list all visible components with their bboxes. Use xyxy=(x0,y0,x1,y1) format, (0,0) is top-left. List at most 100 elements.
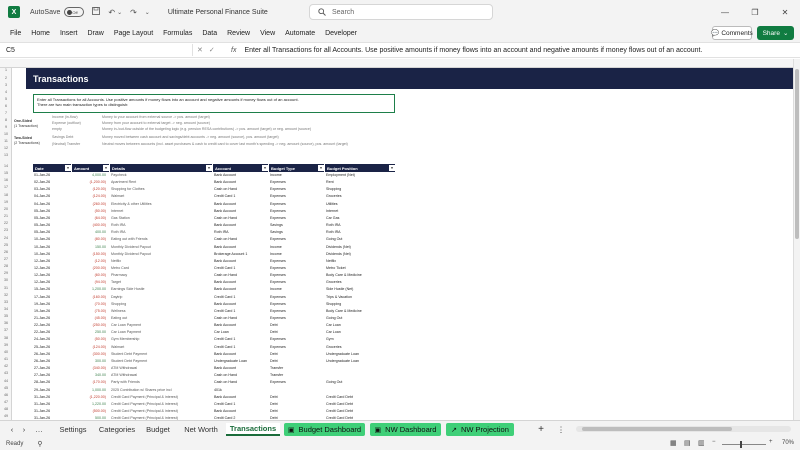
row-number[interactable]: 13 xyxy=(0,153,12,157)
cell-details[interactable]: Earnings Side Hustle xyxy=(111,287,211,291)
undo-icon[interactable]: ↶ xyxy=(108,8,115,17)
cell-amount[interactable]: 1,000.00 xyxy=(72,388,108,392)
cell-date[interactable]: 31-Jan-26 xyxy=(33,395,71,399)
cell-budget-position[interactable]: Groceries xyxy=(326,194,394,198)
cell-details[interactable]: Credit Card Payment (Principal & interes… xyxy=(111,409,211,413)
zoom-slider[interactable] xyxy=(722,444,766,445)
row-number[interactable]: 24 xyxy=(0,236,12,240)
cell-amount[interactable]: (75.00) xyxy=(72,309,108,313)
cell-account[interactable]: 401k xyxy=(214,388,268,392)
cell-details[interactable]: Apartment Rent xyxy=(111,180,211,184)
row-number[interactable]: 16 xyxy=(0,178,12,182)
cell-details[interactable]: Eating out xyxy=(111,316,211,320)
cell-budget-type[interactable]: Income xyxy=(270,173,323,177)
cell-account[interactable]: Cash on Hand xyxy=(214,373,268,377)
row-number[interactable]: 19 xyxy=(0,200,12,204)
cell-budget-position[interactable]: Groceries xyxy=(326,345,394,349)
cell-budget-position[interactable]: Shopping xyxy=(326,302,394,306)
cell-details[interactable]: Daytrip xyxy=(111,295,211,299)
cell-amount[interactable]: 400.00 xyxy=(72,230,108,234)
cell-amount[interactable]: (60.00) xyxy=(72,273,108,277)
row-number[interactable]: 30 xyxy=(0,278,12,282)
cell-details[interactable]: Roth IRA xyxy=(111,223,211,227)
cell-details[interactable]: Target xyxy=(111,280,211,284)
cell-date[interactable]: 12-Jan-26 xyxy=(33,273,71,277)
cell-budget-type[interactable]: Expenses xyxy=(270,180,323,184)
cell-account[interactable]: Bank Account xyxy=(214,223,268,227)
row-number[interactable]: 8 xyxy=(0,118,12,122)
row-number[interactable]: 2 xyxy=(0,76,12,80)
cell-budget-type[interactable]: Expenses xyxy=(270,295,323,299)
table-row[interactable]: 12-Jan-26 (94.00) Target Bank Account Expens… xyxy=(33,279,395,286)
row-number[interactable]: 15 xyxy=(0,171,12,175)
cell-amount[interactable]: (124.00) xyxy=(72,194,108,198)
cell-details[interactable]: Gas Station xyxy=(111,216,211,220)
row-number[interactable]: 21 xyxy=(0,214,12,218)
cell-budget-position[interactable]: Side Hustle (Net) xyxy=(326,287,394,291)
cell-budget-type[interactable]: Transfer xyxy=(270,366,323,370)
chevron-down-icon[interactable]: ⌄ xyxy=(117,9,122,16)
menu-automate[interactable]: Automate xyxy=(285,30,315,37)
table-row[interactable]: 26-Jan-26 300.00 Student Debt Payment Under… xyxy=(33,358,395,365)
cell-amount[interactable]: (1,200.00) xyxy=(72,180,108,184)
menu-insert[interactable]: Insert xyxy=(60,30,78,37)
menu-developer[interactable]: Developer xyxy=(325,30,357,37)
cell-details[interactable]: Student Debt Payment xyxy=(111,359,211,363)
cell-budget-position[interactable]: Going Out xyxy=(326,380,394,384)
zoom-slider-handle[interactable] xyxy=(740,441,742,448)
prev-sheet-icon[interactable]: ‹ xyxy=(6,423,18,436)
cell-account[interactable]: Bank Account xyxy=(214,352,268,356)
cell-amount[interactable]: (50.00) xyxy=(72,337,108,341)
row-number[interactable]: 5 xyxy=(0,97,12,101)
close-icon[interactable]: ✕ xyxy=(770,0,800,24)
cell-budget-position[interactable]: Metro Ticket xyxy=(326,266,394,270)
cell-budget-position[interactable]: Rent xyxy=(326,180,394,184)
cell-budget-position[interactable]: Car Gas xyxy=(326,216,394,220)
cell-budget-type[interactable]: Debt xyxy=(270,395,323,399)
cell-budget-position[interactable]: Undergraduate Loan xyxy=(326,352,394,356)
row-number[interactable]: 49 xyxy=(0,414,12,418)
cell-budget-type[interactable]: Expenses xyxy=(270,380,323,384)
cell-amount[interactable]: (70.00) xyxy=(72,302,108,306)
cell-account[interactable]: Credit Card 1 xyxy=(214,266,268,270)
formula-input[interactable]: Enter all Transactions for all Accounts.… xyxy=(244,47,702,54)
table-row[interactable]: 10-Jan-26 (80.00) Eating out with Friends C… xyxy=(33,236,395,243)
cell-budget-type[interactable]: Expenses xyxy=(270,345,323,349)
row-number[interactable]: 7 xyxy=(0,111,12,115)
cell-budget-position[interactable]: Undergraduate Loan xyxy=(326,359,394,363)
cell-budget-position[interactable]: Shopping xyxy=(326,187,394,191)
cell-details[interactable]: Roth IRA xyxy=(111,230,211,234)
cell-date[interactable]: 04-Jan-26 xyxy=(33,194,71,198)
tab-transactions[interactable]: Transactions xyxy=(226,423,280,436)
row-number[interactable]: 10 xyxy=(0,132,12,136)
cell-amount[interactable]: 4,000.00 xyxy=(72,173,108,177)
table-row[interactable]: 31-Jan-26 (1,220.00) Credit Card Payment (… xyxy=(33,394,395,401)
more-sheets-icon[interactable]: … xyxy=(30,423,48,436)
row-number[interactable]: 3 xyxy=(0,83,12,87)
cell-account[interactable]: Bank Account xyxy=(214,287,268,291)
cell-date[interactable]: 27-Jan-26 xyxy=(33,366,71,370)
table-row[interactable]: 28-Jan-26 (170.00) Party with Friends Cash … xyxy=(33,379,395,386)
cell-budget-type[interactable]: Income xyxy=(270,245,323,249)
cell-details[interactable]: Paycheck xyxy=(111,173,211,177)
table-row[interactable]: 12-Jan-26 (60.00) Pharmacy Cash on Hand Expe… xyxy=(33,272,395,279)
row-number[interactable]: 35 xyxy=(0,314,12,318)
cell-budget-position[interactable]: Credit Card Debt xyxy=(326,409,394,413)
add-sheet-button[interactable]: + xyxy=(534,423,548,436)
cell-account[interactable]: Cash on Hand xyxy=(214,187,268,191)
cell-budget-type[interactable]: Expenses xyxy=(270,187,323,191)
cell-details[interactable]: ATM Withdrawal xyxy=(111,373,211,377)
cell-date[interactable]: 02-Jan-26 xyxy=(33,180,71,184)
row-number[interactable]: 29 xyxy=(0,271,12,275)
zoom-level[interactable]: 70% xyxy=(782,440,794,446)
row-number[interactable]: 31 xyxy=(0,286,12,290)
cell-account[interactable]: Bank Account xyxy=(214,280,268,284)
menu-view[interactable]: View xyxy=(260,30,275,37)
cell-date[interactable]: 25-Jan-26 xyxy=(33,345,71,349)
row-number[interactable]: 20 xyxy=(0,207,12,211)
worksheet-grid[interactable]: Transactions Enter all Transactions for … xyxy=(12,68,793,420)
cell-date[interactable]: 22-Jan-26 xyxy=(33,330,71,334)
col-header-amount[interactable]: Amount ▾ xyxy=(72,164,109,172)
cell-budget-type[interactable]: Debt xyxy=(270,359,323,363)
table-row[interactable]: 22-Jan-26 (250.00) Car Loan Payment Bank Ac… xyxy=(33,322,395,329)
